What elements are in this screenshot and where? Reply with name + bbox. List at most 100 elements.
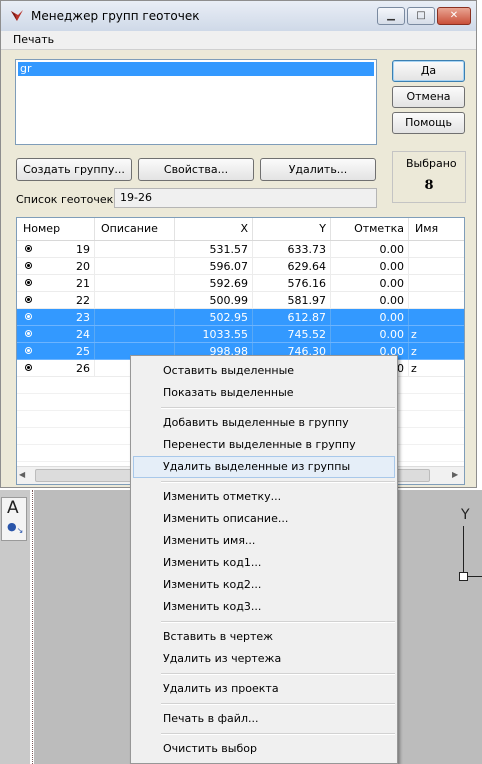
cell-y: 633.73 [253,241,331,257]
menu-separator [161,481,395,483]
scroll-left-icon[interactable]: ◀ [19,470,25,479]
points-list-field: 19-26 [114,188,377,208]
cell-name [409,258,464,274]
cell-name: z [411,345,417,358]
menu-item[interactable]: Добавить выделенные в группу [133,412,395,434]
cell-name [409,292,464,308]
text-tool-icon: A [7,498,19,518]
context-menu: Оставить выделенные Показать выделенные До… [130,355,398,764]
dotted-divider [32,490,33,764]
menu-item[interactable]: Изменить описание... [133,508,395,530]
group-list[interactable]: gr [15,59,377,145]
cell-x: 531.57 [175,241,253,257]
menu-separator [161,621,395,623]
cell-y: 612.87 [253,309,331,325]
app-logo-icon [11,10,23,21]
menu-separator [161,733,395,735]
menu-item[interactable]: Изменить код2... [133,574,395,596]
cell-elev: 0.00 [331,258,409,274]
menu-item[interactable]: Печать в файл... [133,708,395,730]
table-row[interactable]: 21 592.69 576.16 0.00 [17,275,464,292]
cell-elev: 0.00 [331,275,409,291]
cell-num: 25 [17,343,95,359]
cell-elev: 0.00 [331,241,409,257]
column-header-description[interactable]: Описание [95,218,175,240]
cell-y: 745.52 [253,326,331,342]
create-group-button[interactable]: Создать группу... [16,158,132,181]
column-header-x[interactable]: X [175,218,253,240]
cell-name [409,241,464,257]
cell-num: 21 [17,275,95,291]
cell-y: 629.64 [253,258,331,274]
cell-name [409,309,464,325]
menu-item[interactable]: Очистить выбор [133,738,395,760]
cell-desc [95,309,175,325]
window-title: Менеджер групп геоточек [31,9,200,23]
table-row[interactable]: 22 500.99 581.97 0.00 [17,292,464,309]
cell-num: 24 [17,326,95,342]
cell-desc [95,326,175,342]
group-list-item[interactable]: gr [18,62,374,76]
minimize-icon: ▁ [387,10,395,21]
cell-elev: 0.00 [331,292,409,308]
title-bar[interactable]: Менеджер групп геоточек ▁ □ ✕ [1,1,476,32]
cell-x: 500.99 [175,292,253,308]
table-row[interactable]: 23 502.95 612.87 0.00 [17,309,464,326]
column-header-number[interactable]: Номер [17,218,95,240]
menu-item[interactable]: Вставить в чертеж [133,626,395,648]
table-row[interactable]: 19 531.57 633.73 0.00 [17,241,464,258]
menu-item[interactable]: Изменить код1... [133,552,395,574]
table-row[interactable]: 24 1033.55 745.52 0.00 z [17,326,464,343]
column-header-y[interactable]: Y [253,218,331,240]
maximize-button[interactable]: □ [407,7,435,25]
cell-x: 596.07 [175,258,253,274]
cell-x: 502.95 [175,309,253,325]
cell-num: 20 [17,258,95,274]
scroll-right-icon[interactable]: ▶ [452,470,458,479]
properties-button[interactable]: Свойства... [138,158,254,181]
menu-item[interactable]: Оставить выделенные [133,360,395,382]
menu-item[interactable]: Показать выделенные [133,382,395,404]
cell-desc [95,292,175,308]
menu-item[interactable]: Перенести выделенные в группу [133,434,395,456]
cell-y: 576.16 [253,275,331,291]
cell-name: z [411,362,417,375]
cell-elev: 0.00 [331,309,409,325]
cell-desc [95,241,175,257]
cell-num: 22 [17,292,95,308]
cell-num: 19 [17,241,95,257]
menu-item[interactable]: Удалить из чертежа [133,648,395,670]
table-row[interactable]: 20 596.07 629.64 0.00 [17,258,464,275]
drawing-gray-area-right [398,490,482,764]
cell-x: 1033.55 [175,326,253,342]
cell-elev: 0.00 [331,326,409,342]
delete-button[interactable]: Удалить... [260,158,376,181]
menu-separator [161,673,395,675]
text-tool-button[interactable]: A ●↘ [1,497,27,541]
cell-x: 592.69 [175,275,253,291]
ok-button[interactable]: Да [392,60,465,82]
cancel-button[interactable]: Отмена [392,86,465,108]
cell-num: 23 [17,309,95,325]
menu-item[interactable]: Изменить имя... [133,530,395,552]
menu-bar: Печать [1,31,476,50]
cell-y: 581.97 [253,292,331,308]
menu-print[interactable]: Печать [13,33,54,46]
menu-item[interactable]: Удалить выделенные из группы [133,456,395,478]
column-header-elevation[interactable]: Отметка [331,218,409,240]
ucs-origin-icon [459,572,468,581]
table-header: Номер Описание X Y Отметка Имя [17,218,464,241]
help-button[interactable]: Помощь [392,112,465,134]
minimize-button[interactable]: ▁ [377,7,405,25]
points-list-label: Список геоточек: [16,193,117,206]
menu-item[interactable]: Изменить код3... [133,596,395,618]
menu-item[interactable]: Изменить отметку... [133,486,395,508]
selected-count-box: Выбрано 8 [392,151,466,203]
cell-desc [95,275,175,291]
maximize-icon: □ [416,10,426,21]
column-header-name[interactable]: Имя [409,218,464,240]
menu-separator [161,703,395,705]
close-button[interactable]: ✕ [437,7,471,25]
ucs-axis-y-line [463,526,464,576]
menu-item[interactable]: Удалить из проекта [133,678,395,700]
